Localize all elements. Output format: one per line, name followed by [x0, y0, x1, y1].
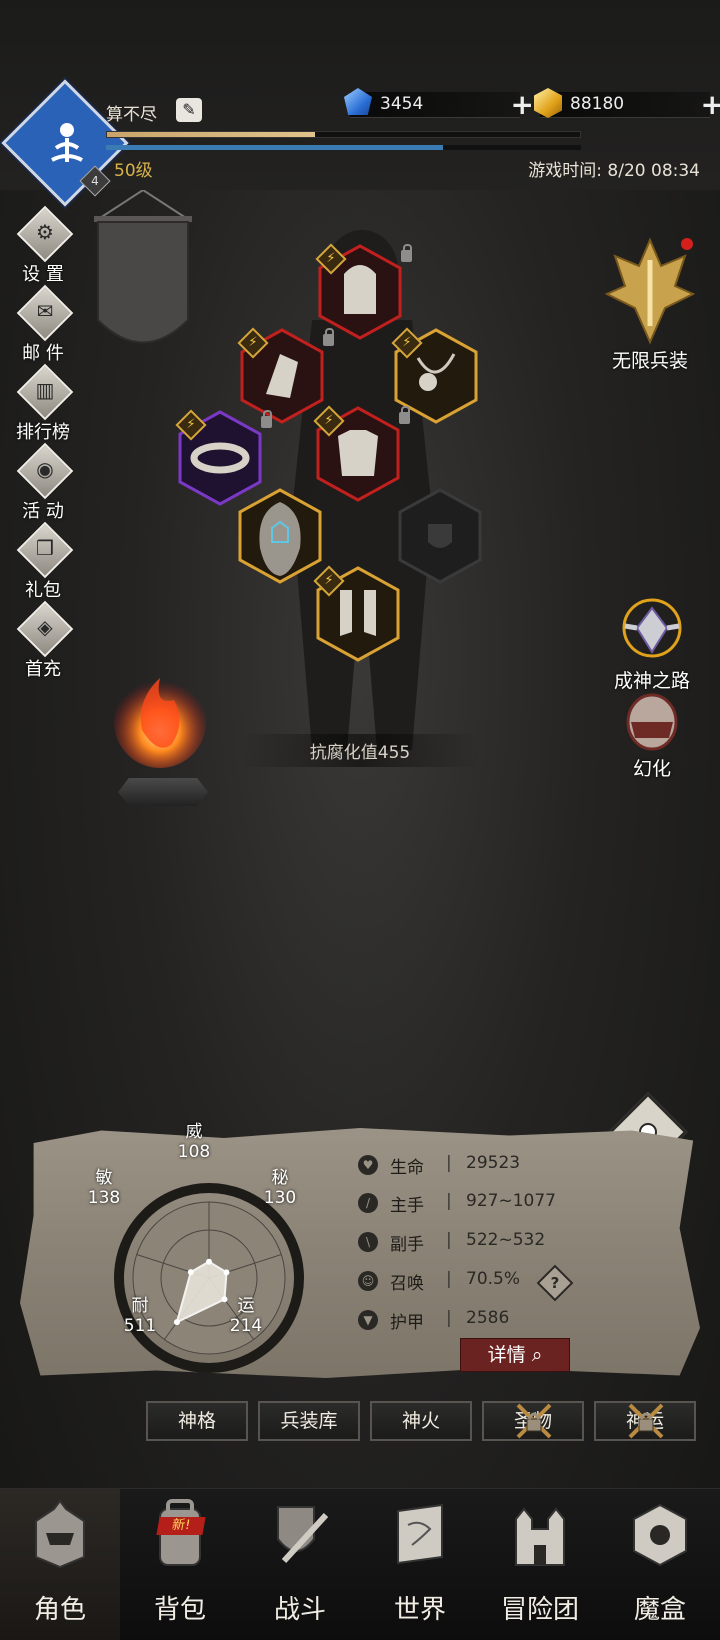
player-level: 50级 — [114, 161, 153, 181]
tab-relic[interactable]: 圣物 — [482, 1401, 584, 1441]
player-name: 算不尽 — [106, 105, 157, 125]
gear-icon: ⚙ — [36, 220, 54, 244]
heart-icon: ♥ — [358, 1155, 378, 1175]
first-charge-icon: ◈ — [37, 615, 53, 639]
map-scroll-icon — [397, 1503, 443, 1565]
equip-slot-armor[interactable]: ⚡ — [313, 405, 410, 502]
helmet-icon — [35, 1499, 85, 1569]
armor-icon: ▼ — [358, 1310, 378, 1330]
crossed-swords-lock-icon — [516, 1403, 552, 1439]
equip-slot-helmet[interactable]: ⚡ — [315, 243, 412, 340]
side-item-first-charge[interactable]: ◈ 首充 — [8, 600, 78, 684]
blue-gem-value: 3454 — [380, 94, 424, 114]
side-item-events[interactable]: ◉ 活 动 — [8, 442, 78, 526]
gift-icon: ❒ — [36, 536, 54, 560]
avatar-emblem-icon — [51, 123, 83, 162]
nav-character[interactable]: 角色 — [0, 1489, 120, 1640]
nav-magic-box[interactable]: 魔盒 — [600, 1489, 720, 1640]
sword-shield-icon — [277, 1506, 329, 1564]
hanging-banner — [94, 190, 192, 344]
nav-world[interactable]: 世界 — [360, 1489, 480, 1640]
mail-icon: ✉ — [36, 299, 54, 323]
corruption-resistance: 抗腐化值455 — [240, 734, 480, 767]
side-item-settings[interactable]: ⚙ 设 置 — [8, 205, 78, 289]
mask-icon — [626, 693, 678, 751]
transform-button[interactable]: 幻化 — [592, 692, 712, 781]
attr-yun: 运 214 — [229, 1296, 263, 1336]
nav-adventure-guild[interactable]: 冒险团 — [480, 1489, 600, 1640]
magic-box-icon — [633, 1503, 687, 1567]
bottom-nav: 角色 新! 背包 战斗 世界 冒险团 魔盒 — [0, 1488, 720, 1640]
event-icon: ◉ — [36, 457, 54, 481]
xp-bar — [106, 131, 581, 138]
fire-orb-icon[interactable] — [112, 660, 208, 770]
edit-name-icon[interactable]: ✎ — [176, 98, 202, 122]
sword-icon: / — [358, 1193, 378, 1213]
side-item-gift[interactable]: ❒ 礼包 — [8, 521, 78, 605]
attr-wei: 威 108 — [177, 1122, 211, 1162]
add-gold-crystal-button[interactable]: + — [701, 88, 720, 121]
radar-point — [187, 1269, 194, 1276]
god-path-emblem-icon — [622, 598, 682, 658]
lock-icon — [399, 406, 410, 424]
lock-icon — [261, 410, 272, 428]
currency-gold-crystal: 88180 + — [534, 88, 720, 121]
nav-backpack[interactable]: 新! 背包 — [120, 1489, 240, 1640]
infinite-arms-button[interactable]: 无限兵装 — [590, 236, 710, 373]
attr-mi: 秘 130 — [263, 1168, 297, 1208]
tab-divinity[interactable]: 神格 — [146, 1401, 248, 1441]
radar-point — [206, 1258, 212, 1265]
attr-min: 敏 138 — [87, 1168, 121, 1208]
fire-pedestal — [118, 778, 208, 806]
radar-point — [173, 1319, 180, 1326]
new-badge: 新! — [156, 1517, 206, 1535]
sub-tabs: 神格 兵装库 神火 圣物 神运 — [146, 1401, 706, 1441]
detail-button[interactable]: 详情 ⌕ — [460, 1338, 570, 1372]
castle-icon — [515, 1507, 565, 1566]
attr-nai: 耐 511 — [123, 1296, 157, 1336]
equip-slot-offhand[interactable] — [238, 488, 322, 584]
side-item-ranking[interactable]: ▥ 排行榜 — [8, 363, 78, 447]
tab-divine-fire[interactable]: 神火 — [370, 1401, 472, 1441]
crossed-swords-lock-icon — [628, 1403, 664, 1439]
xp-bar-fill — [107, 132, 316, 137]
winged-crest-icon — [605, 237, 695, 345]
mp-bar — [106, 145, 581, 150]
game-time: 游戏时间: 8/20 08:34 — [528, 161, 700, 181]
nav-battle[interactable]: 战斗 — [240, 1489, 360, 1640]
tab-divine-luck[interactable]: 神运 — [594, 1401, 696, 1441]
equip-slot-boots[interactable]: ⚡ — [313, 565, 400, 662]
side-menu: ⚙ 设 置 ✉ 邮 件 ▥ 排行榜 ◉ 活 动 ❒ 礼包 ◈ 首充 — [8, 205, 78, 684]
equip-slot-empty[interactable] — [398, 488, 482, 584]
mp-bar-fill — [106, 145, 444, 150]
tab-armory[interactable]: 兵装库 — [258, 1401, 360, 1441]
gold-crystal-value: 88180 — [570, 94, 625, 114]
ranking-icon: ▥ — [35, 378, 55, 402]
path-to-god-button[interactable]: 成神之路 — [592, 596, 712, 693]
add-blue-gem-button[interactable]: + — [511, 88, 534, 121]
lock-icon — [323, 328, 334, 346]
currency-blue-gem: 3454 + — [344, 88, 534, 121]
summon-icon: ☺ — [358, 1271, 378, 1291]
magnifier-icon: ⌕ — [531, 1344, 543, 1366]
stats-panel: 威 108 秘 130 运 214 耐 511 敏 138 ♥ 生命 | 29523 / 主手… — [20, 1122, 700, 1378]
lock-icon — [401, 244, 412, 262]
radar-point — [223, 1269, 230, 1276]
offhand-icon: \ — [358, 1232, 378, 1252]
side-item-mail[interactable]: ✉ 邮 件 — [8, 284, 78, 368]
